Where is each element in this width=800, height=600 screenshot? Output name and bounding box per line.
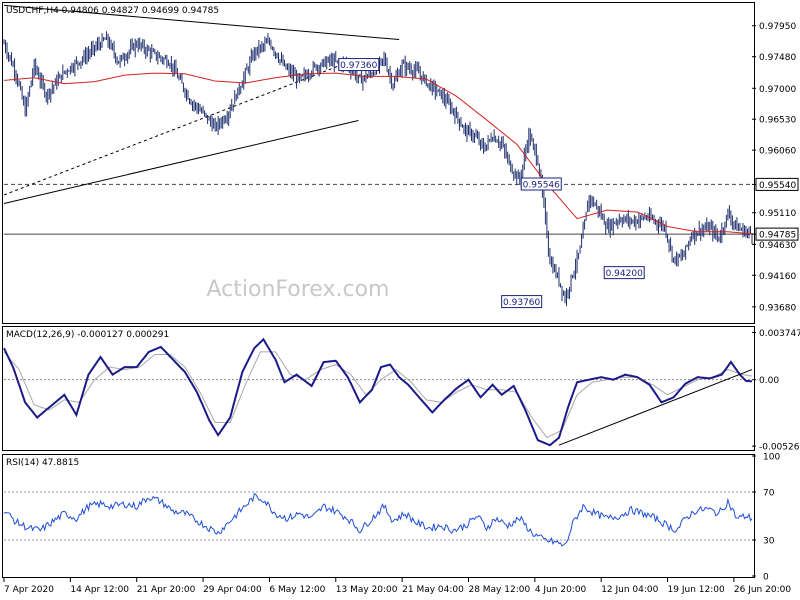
price-annotation-label: 0.93760 xyxy=(501,295,543,309)
x-tick-label: 28 May 12:00 xyxy=(468,585,530,595)
x-tick-label: 4 Jun 20:00 xyxy=(535,585,587,595)
y-tick-label: 30 xyxy=(763,537,775,547)
y-tick-label: 0.94785 xyxy=(759,231,796,241)
x-tick-label: 19 Jun 12:00 xyxy=(668,585,725,595)
x-tick-label: 12 Jun 04:00 xyxy=(601,585,658,595)
price-panel-title: USDCHF,H4 0.94806 0.94827 0.94699 0.9478… xyxy=(6,6,219,16)
y-tick-label: 100 xyxy=(763,453,780,463)
rsi-panel-title: RSI(14) 47.8815 xyxy=(6,458,79,468)
y-tick-label: 0.97000 xyxy=(759,85,796,95)
annotation-text: 0.95546 xyxy=(523,181,560,191)
y-tick-label: -0.005269 xyxy=(759,443,800,453)
y-tick-label: 0.96060 xyxy=(759,147,796,157)
y-tick-label: 0.00 xyxy=(759,376,779,386)
y-tick-label: 0.94160 xyxy=(759,272,796,282)
x-tick-label: 7 Apr 2020 xyxy=(4,585,54,595)
annotation-text: 0.97360 xyxy=(340,61,377,71)
y-tick-label: 0.003747 xyxy=(759,329,800,339)
price-annotation-label: 0.97360 xyxy=(338,58,380,72)
y-tick-label: 0.97480 xyxy=(759,53,796,63)
price-annotation-label: 0.94200 xyxy=(603,266,645,280)
watermark: ActionForex.com xyxy=(207,277,390,302)
y-tick-label: 0.95540 xyxy=(759,181,796,191)
y-tick-label: 0.94630 xyxy=(759,241,796,251)
rsi-panel-frame xyxy=(2,454,755,578)
x-tick-label: 21 Apr 20:00 xyxy=(137,585,196,595)
x-tick-label: 29 Apr 04:00 xyxy=(203,585,262,595)
annotation-text: 0.94200 xyxy=(606,269,643,279)
y-tick-label: 70 xyxy=(763,489,775,499)
forex-chart: ActionForex.com 0.97360 0.95546 0.93760 0.9… xyxy=(0,0,800,600)
x-tick-label: 26 Jun 20:00 xyxy=(734,585,791,595)
macd-panel: 0.003747 0.00 -0.005269 MACD(12,26,9) -0.0… xyxy=(2,326,800,453)
rsi-panel: 100 70 30 0 RSI(14) 47.8815 xyxy=(2,453,780,583)
y-tick-label: 0.93680 xyxy=(759,303,796,313)
macd-panel-title: MACD(12,26,9) -0.000127 0.000291 xyxy=(6,330,169,340)
macd-panel-frame xyxy=(2,326,755,451)
x-tick-label: 14 Apr 12:00 xyxy=(70,585,129,595)
x-tick-label: 21 May 04:00 xyxy=(402,585,464,595)
x-tick-label: 13 May 20:00 xyxy=(336,585,398,595)
y-tick-label: 0 xyxy=(763,573,769,583)
price-panel: ActionForex.com 0.97360 0.95546 0.93760 0.9… xyxy=(2,2,799,324)
y-tick-label: 0.97950 xyxy=(759,22,796,32)
price-annotation-label: 0.95546 xyxy=(520,177,562,191)
y-tick-label: 0.96530 xyxy=(759,116,796,126)
annotation-text: 0.93760 xyxy=(503,298,540,308)
x-tick-label: 6 May 12:00 xyxy=(269,585,325,595)
y-tick-label: 0.95110 xyxy=(759,209,796,219)
